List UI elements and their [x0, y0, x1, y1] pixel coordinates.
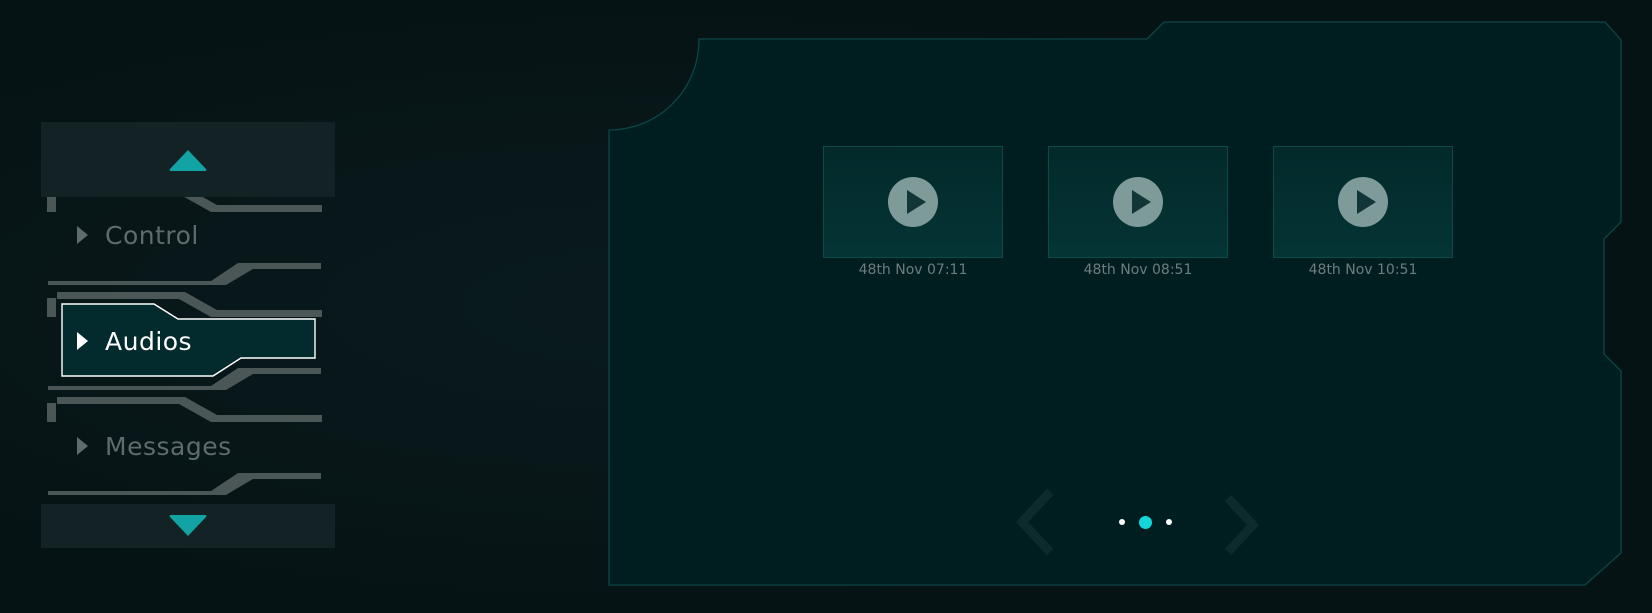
chevron-right-icon[interactable]	[1220, 488, 1270, 558]
thumbnail-caption: 48th Nov 10:51	[1308, 262, 1418, 278]
page-indicator	[1112, 514, 1179, 530]
page-dot[interactable]	[1119, 519, 1125, 525]
menu-item-audios[interactable]: Audios	[71, 321, 321, 361]
screen: Control Audios Messages 48th Nov 07:11 4…	[0, 0, 1652, 613]
chevron-down-icon	[169, 515, 207, 536]
page-dot[interactable]	[1166, 519, 1172, 525]
menu-item-label: Messages	[105, 431, 232, 461]
menu-item-messages[interactable]: Messages	[71, 426, 321, 466]
chevron-left-icon[interactable]	[1008, 488, 1058, 558]
scroll-down-button[interactable]	[41, 504, 335, 548]
play-icon	[1338, 177, 1388, 227]
menu-item-control[interactable]: Control	[71, 215, 321, 255]
play-icon	[888, 177, 938, 227]
caret-right-icon	[77, 226, 88, 244]
play-icon	[1113, 177, 1163, 227]
audio-thumbnail[interactable]	[823, 146, 1003, 258]
caret-right-icon	[77, 332, 88, 350]
menu-item-label: Audios	[105, 326, 193, 356]
thumbnail-caption: 48th Nov 08:51	[1083, 262, 1193, 278]
menu-item-label: Control	[105, 220, 199, 250]
scroll-up-button[interactable]	[41, 122, 335, 197]
audio-thumbnail[interactable]	[1048, 146, 1228, 258]
audio-thumbnail[interactable]	[1273, 146, 1453, 258]
thumbnail-caption: 48th Nov 07:11	[858, 262, 968, 278]
caret-right-icon	[77, 437, 88, 455]
page-dot-active[interactable]	[1139, 515, 1152, 529]
chevron-up-icon	[169, 149, 207, 171]
side-menu: Control Audios Messages	[41, 122, 335, 548]
